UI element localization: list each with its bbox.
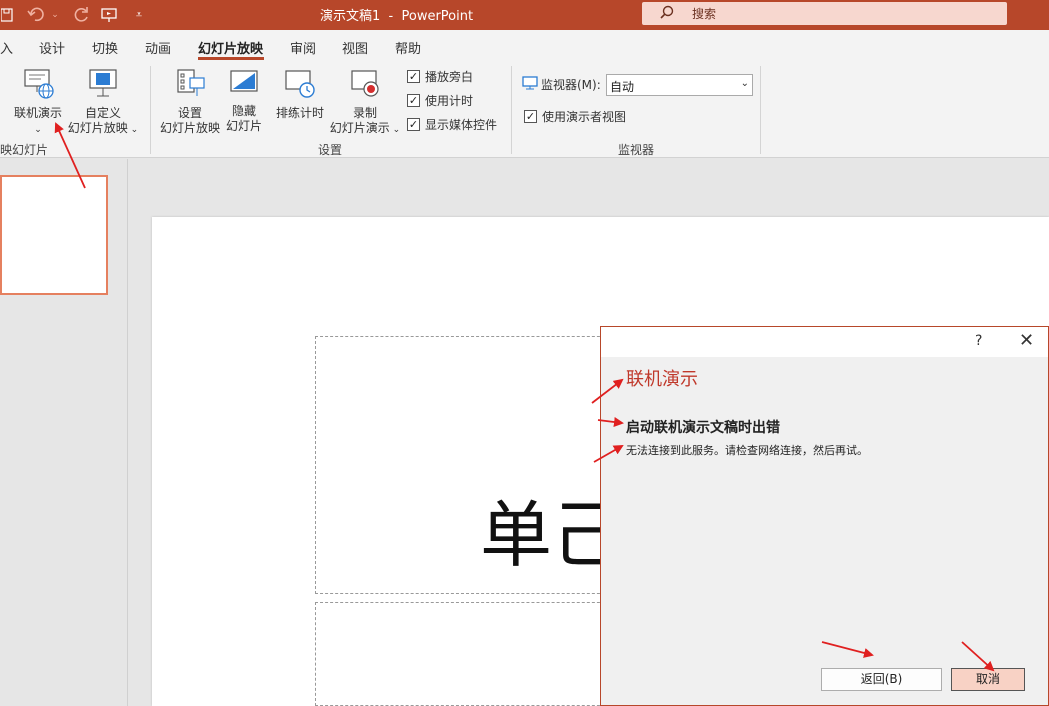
- chevron-down-icon: ⌄: [740, 78, 749, 89]
- rehearse-timings-icon: [272, 68, 328, 104]
- online-present-label: 联机演示: [13, 106, 62, 120]
- setup-slide-show-label-2: 幻灯片放映: [159, 121, 220, 135]
- back-button[interactable]: 返回(B): [821, 668, 942, 691]
- show-media-controls-label: 显示媒体控件: [425, 118, 498, 132]
- use-timings-label: 使用计时: [425, 94, 474, 108]
- use-timings-checkbox[interactable]: ✓ 使用计时: [407, 92, 473, 109]
- custom-slide-show-icon: [64, 68, 142, 104]
- save-icon[interactable]: [0, 0, 14, 30]
- customize-qat-icon[interactable]: ⩡: [126, 0, 152, 30]
- undo-icon[interactable]: [24, 0, 50, 30]
- hide-slide-icon: [222, 68, 266, 102]
- hide-slide-label-1: 隐藏: [231, 104, 256, 118]
- slide-thumbnail[interactable]: [0, 175, 108, 295]
- title-bar: ⌄ ⩡ 演示文稿1 - PowerPoint 搜索: [0, 0, 1049, 30]
- record-slide-show-button[interactable]: 录制 幻灯片演示 ⌄: [327, 68, 403, 138]
- cancel-button[interactable]: 取消: [951, 668, 1025, 691]
- record-label-2: 幻灯片演示: [329, 121, 390, 135]
- group-separator: [511, 66, 512, 154]
- checkmark-icon: ✓: [524, 110, 537, 123]
- group-separator: [760, 66, 761, 154]
- custom-show-chevron-icon: ⌄: [127, 125, 139, 135]
- ribbon-tabs: 入 设计 切换 动画 幻灯片放映 审阅 视图 帮助: [0, 30, 1049, 60]
- window-title: 演示文稿1 - PowerPoint: [320, 9, 474, 24]
- help-icon[interactable]: ?: [975, 333, 982, 349]
- group-label-monitors: 监视器: [618, 143, 655, 157]
- online-present-button[interactable]: 联机演示 ⌄: [10, 68, 66, 138]
- checkmark-icon: ✓: [407, 70, 420, 83]
- present-from-start-icon[interactable]: [96, 0, 122, 30]
- rehearse-timings-button[interactable]: 排练计时: [272, 68, 328, 121]
- online-present-dialog: ? ✕ 联机演示 启动联机演示文稿时出错 无法连接到此服务。请检查网络连接，然后…: [600, 326, 1049, 706]
- custom-slide-show-label-1: 自定义: [84, 106, 121, 120]
- monitor-label: 监视器(M):: [541, 78, 601, 92]
- setup-slide-show-icon: [158, 68, 222, 104]
- setup-slide-show-button[interactable]: 设置 幻灯片放映: [158, 68, 222, 136]
- monitor-icon: [522, 76, 538, 93]
- rehearse-timings-label: 排练计时: [275, 106, 324, 120]
- tab-slide-show[interactable]: 幻灯片放映: [198, 38, 263, 57]
- search-placeholder: 搜索: [692, 7, 717, 21]
- checkmark-icon: ✓: [407, 118, 420, 131]
- search-icon: [660, 5, 690, 23]
- tab-review[interactable]: 审阅: [290, 38, 316, 57]
- record-label-1: 录制: [352, 106, 377, 120]
- tab-design[interactable]: 设计: [39, 38, 65, 57]
- error-message: 无法连接到此服务。请检查网络连接，然后再试。: [626, 444, 868, 457]
- online-present-icon: [10, 68, 66, 104]
- play-narrations-label: 播放旁白: [425, 70, 474, 84]
- custom-slide-show-label-2: 幻灯片放映: [67, 121, 128, 135]
- custom-slide-show-button[interactable]: 自定义 幻灯片放映 ⌄: [64, 68, 142, 138]
- chevron-down-icon[interactable]: ⌄: [34, 125, 42, 135]
- dialog-heading: 联机演示: [626, 369, 698, 390]
- undo-dropdown-icon[interactable]: ⌄: [50, 0, 60, 30]
- tab-insert[interactable]: 入: [0, 38, 13, 57]
- tab-transitions[interactable]: 切换: [92, 38, 118, 57]
- dialog-titlebar: ? ✕: [601, 327, 1048, 357]
- group-label-start: 映幻灯片: [0, 143, 49, 157]
- show-media-controls-checkbox[interactable]: ✓ 显示媒体控件: [407, 116, 497, 133]
- record-icon: [327, 68, 403, 104]
- checkmark-icon: ✓: [407, 94, 420, 107]
- monitor-field-label: 监视器(M):: [522, 76, 601, 93]
- play-narrations-checkbox[interactable]: ✓ 播放旁白: [407, 68, 473, 85]
- group-separator: [150, 66, 151, 154]
- presenter-view-checkbox[interactable]: ✓ 使用演示者视图: [524, 108, 626, 125]
- record-chevron-icon: ⌄: [389, 125, 401, 135]
- error-title: 启动联机演示文稿时出错: [626, 420, 780, 436]
- monitor-select[interactable]: 自动 ⌄: [606, 74, 753, 96]
- hide-slide-button[interactable]: 隐藏 幻灯片: [222, 68, 266, 134]
- search-box[interactable]: 搜索: [642, 2, 1007, 25]
- tab-view[interactable]: 视图: [342, 38, 368, 57]
- close-icon[interactable]: ✕: [1019, 330, 1034, 351]
- setup-slide-show-label-1: 设置: [177, 106, 202, 120]
- group-label-setup: 设置: [318, 143, 343, 157]
- hide-slide-label-2: 幻灯片: [225, 119, 262, 133]
- presenter-view-label: 使用演示者视图: [542, 110, 627, 124]
- subtitle-placeholder[interactable]: [315, 602, 615, 706]
- tab-animations[interactable]: 动画: [145, 38, 171, 57]
- tab-help[interactable]: 帮助: [395, 38, 421, 57]
- quick-access-toolbar: ⌄ ⩡: [0, 0, 152, 30]
- redo-icon[interactable]: [68, 0, 94, 30]
- monitor-select-value: 自动: [610, 80, 635, 94]
